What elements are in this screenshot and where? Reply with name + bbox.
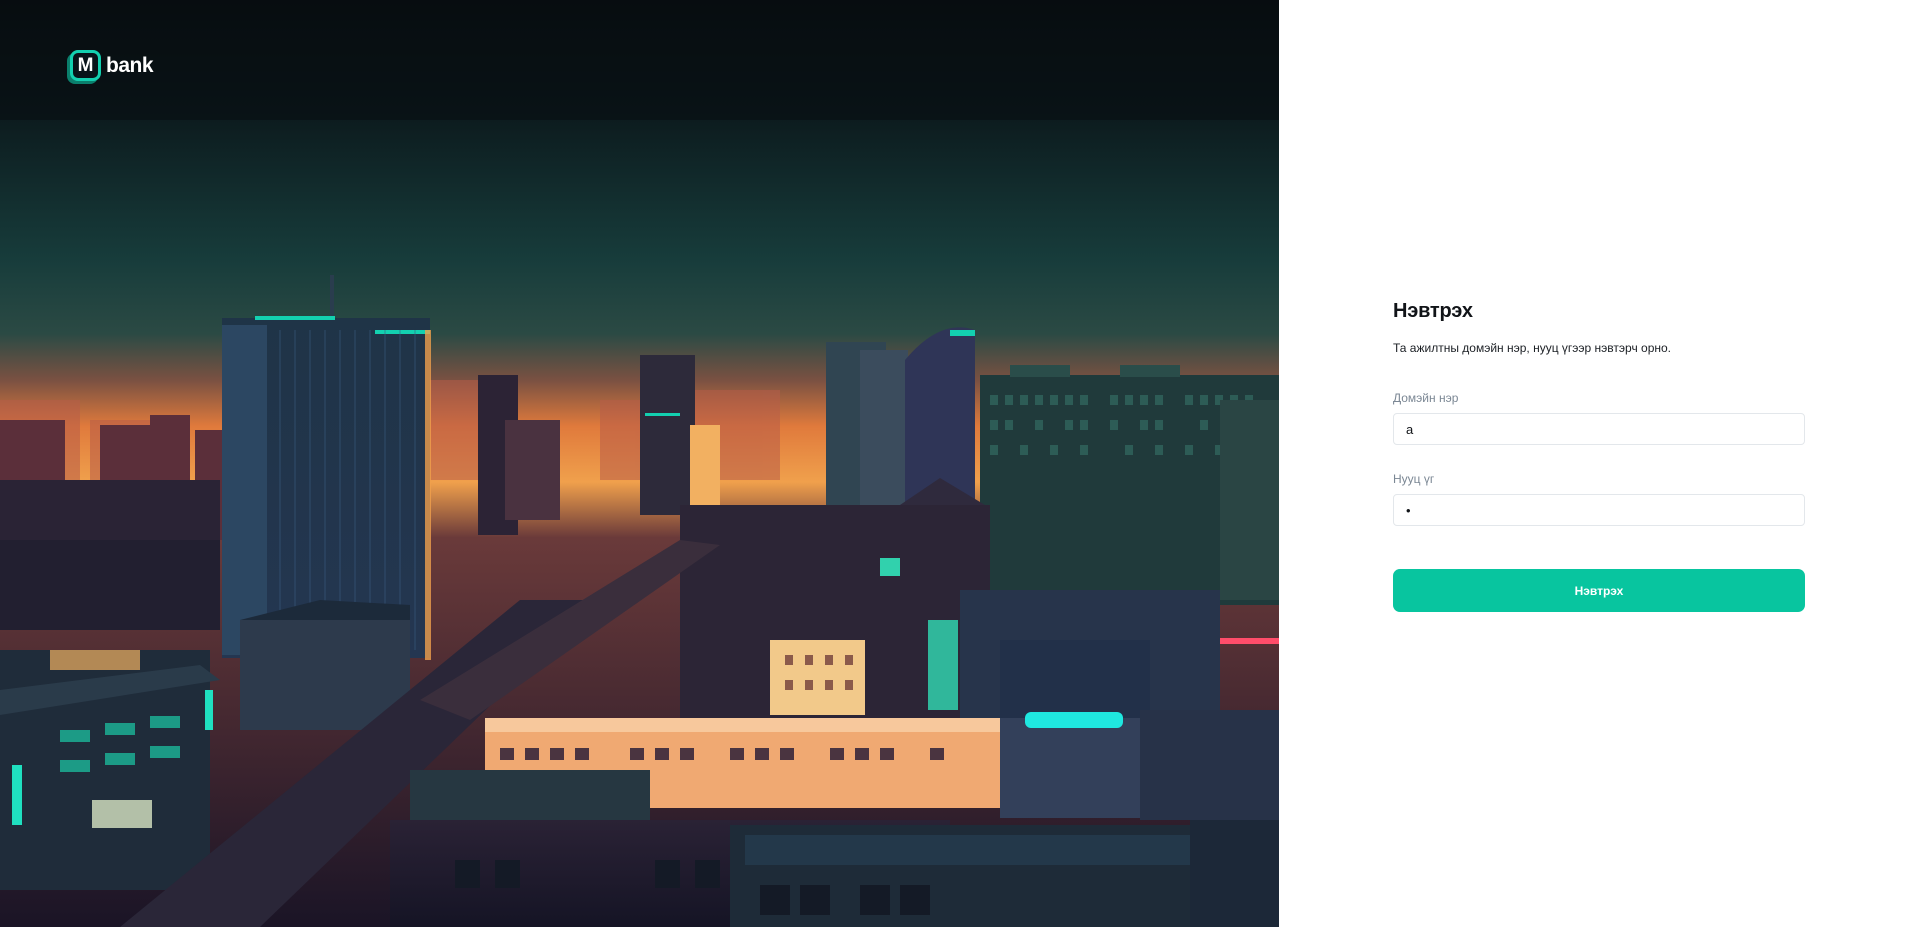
domain-input[interactable]: [1393, 413, 1805, 445]
mbank-logo-mark: M: [70, 50, 101, 81]
login-subtitle: Та ажилтны домэйн нэр, нууц үгээр нэвтэр…: [1393, 341, 1672, 355]
password-input[interactable]: [1393, 494, 1805, 526]
login-page: M bank Нэвтрэх Та ажилтны домэйн нэр, ну…: [0, 0, 1916, 927]
login-button[interactable]: Нэвтрэх: [1393, 569, 1805, 612]
hero-illustration: M bank: [0, 0, 1279, 927]
login-title: Нэвтрэх: [1393, 300, 1473, 322]
login-panel: Нэвтрэх Та ажилтны домэйн нэр, нууц үгээ…: [1279, 0, 1916, 927]
login-form: Нэвтрэх Та ажилтны домэйн нэр, нууц үгээ…: [1393, 300, 1805, 612]
password-label: Нууц үг: [1393, 472, 1435, 486]
city-skyline-image: [0, 0, 1279, 927]
mbank-logo: M bank: [70, 50, 154, 81]
mbank-logo-text: bank: [106, 53, 154, 77]
domain-label: Домэйн нэр: [1393, 391, 1459, 405]
